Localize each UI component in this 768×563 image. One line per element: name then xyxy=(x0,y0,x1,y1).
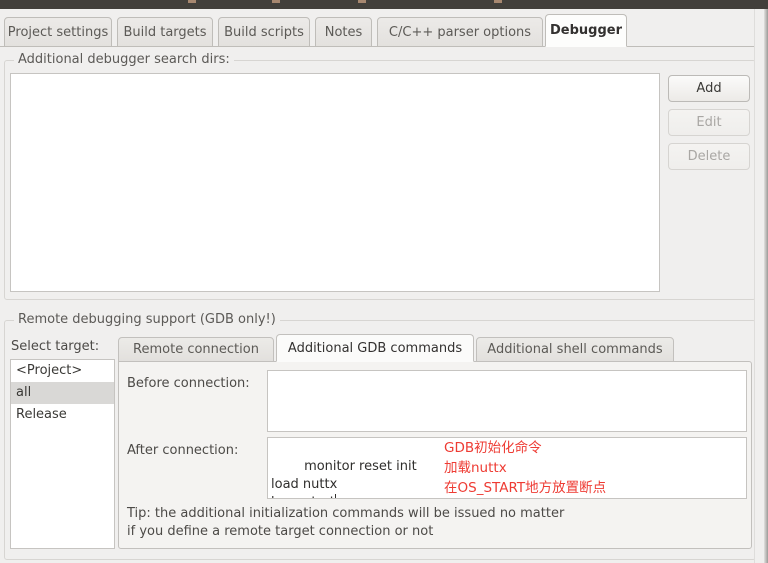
debugger-settings-screen: Project settings Build targets Build scr… xyxy=(0,0,768,563)
edit-button-label: Edit xyxy=(696,115,722,130)
inner-tab-label: Remote connection xyxy=(133,342,259,357)
tab-debugger[interactable]: Debugger xyxy=(545,14,627,47)
titlebar-glyph xyxy=(358,0,366,3)
search-dirs-groupbox: Additional debugger search dirs: Add Edi… xyxy=(4,52,756,300)
text-caret xyxy=(334,494,336,498)
tab-build-targets[interactable]: Build targets xyxy=(117,17,213,47)
tab-label: Project settings xyxy=(7,24,109,40)
tab-notes[interactable]: Notes xyxy=(315,17,372,47)
search-dirs-list[interactable] xyxy=(10,73,660,292)
after-connection-input[interactable]: monitor reset init load nuttx b os_start xyxy=(267,437,747,499)
additional-gdb-commands-panel: Before connection: After connection: mon… xyxy=(118,361,752,549)
tip-text: Tip: the additional initialization comma… xyxy=(127,506,565,539)
select-target-label: Select target: xyxy=(11,339,100,354)
after-connection-label: After connection: xyxy=(127,443,239,458)
before-connection-input[interactable] xyxy=(267,370,747,432)
tab-build-scripts[interactable]: Build scripts xyxy=(218,17,310,47)
target-list-item[interactable]: <Project> xyxy=(11,360,114,382)
inner-tab-remote-connection[interactable]: Remote connection xyxy=(118,337,274,362)
target-item-label: <Project> xyxy=(16,363,83,378)
inner-tab-label: Additional shell commands xyxy=(487,342,663,357)
after-connection-text: monitor reset init load nuttx b os_start xyxy=(271,459,417,498)
delete-button[interactable]: Delete xyxy=(668,143,750,170)
add-button-label: Add xyxy=(696,81,722,96)
tab-label: Notes xyxy=(324,24,363,40)
target-list-item[interactable]: Release xyxy=(11,404,114,426)
remote-debugging-legend: Remote debugging support (GDB only!) xyxy=(14,312,280,327)
edit-button[interactable]: Edit xyxy=(668,109,750,136)
remote-debugging-groupbox: Remote debugging support (GDB only!) Sel… xyxy=(4,312,756,560)
target-item-label: Release xyxy=(16,407,67,422)
tab-project-settings[interactable]: Project settings xyxy=(4,17,112,47)
main-tab-bar: Project settings Build targets Build scr… xyxy=(0,14,768,47)
tab-cpp-parser-options[interactable]: C/C++ parser options xyxy=(377,17,543,47)
tab-label: C/C++ parser options xyxy=(388,24,532,40)
inner-tab-additional-shell-commands[interactable]: Additional shell commands xyxy=(476,337,674,362)
titlebar-glyph xyxy=(272,0,280,3)
search-dirs-legend: Additional debugger search dirs: xyxy=(14,52,234,67)
target-list-item[interactable]: all xyxy=(11,382,114,404)
remote-inner-tab-bar: Remote connection Additional GDB command… xyxy=(118,334,752,362)
add-button[interactable]: Add xyxy=(668,75,750,102)
titlebar-glyph xyxy=(188,0,196,3)
before-connection-label: Before connection: xyxy=(127,376,250,391)
tab-label: Debugger xyxy=(550,23,623,38)
tab-label: Build targets xyxy=(123,24,207,40)
target-list[interactable]: <Project> all Release xyxy=(10,359,115,549)
delete-button-label: Delete xyxy=(687,149,731,164)
target-item-label: all xyxy=(16,385,32,400)
inner-tab-label: Additional GDB commands xyxy=(287,340,463,356)
inner-tab-additional-gdb-commands[interactable]: Additional GDB commands xyxy=(276,334,474,362)
titlebar-glyph xyxy=(494,0,502,3)
window-right-edge xyxy=(754,9,768,563)
window-titlebar-strip xyxy=(0,0,768,9)
tab-label: Build scripts xyxy=(224,24,304,40)
